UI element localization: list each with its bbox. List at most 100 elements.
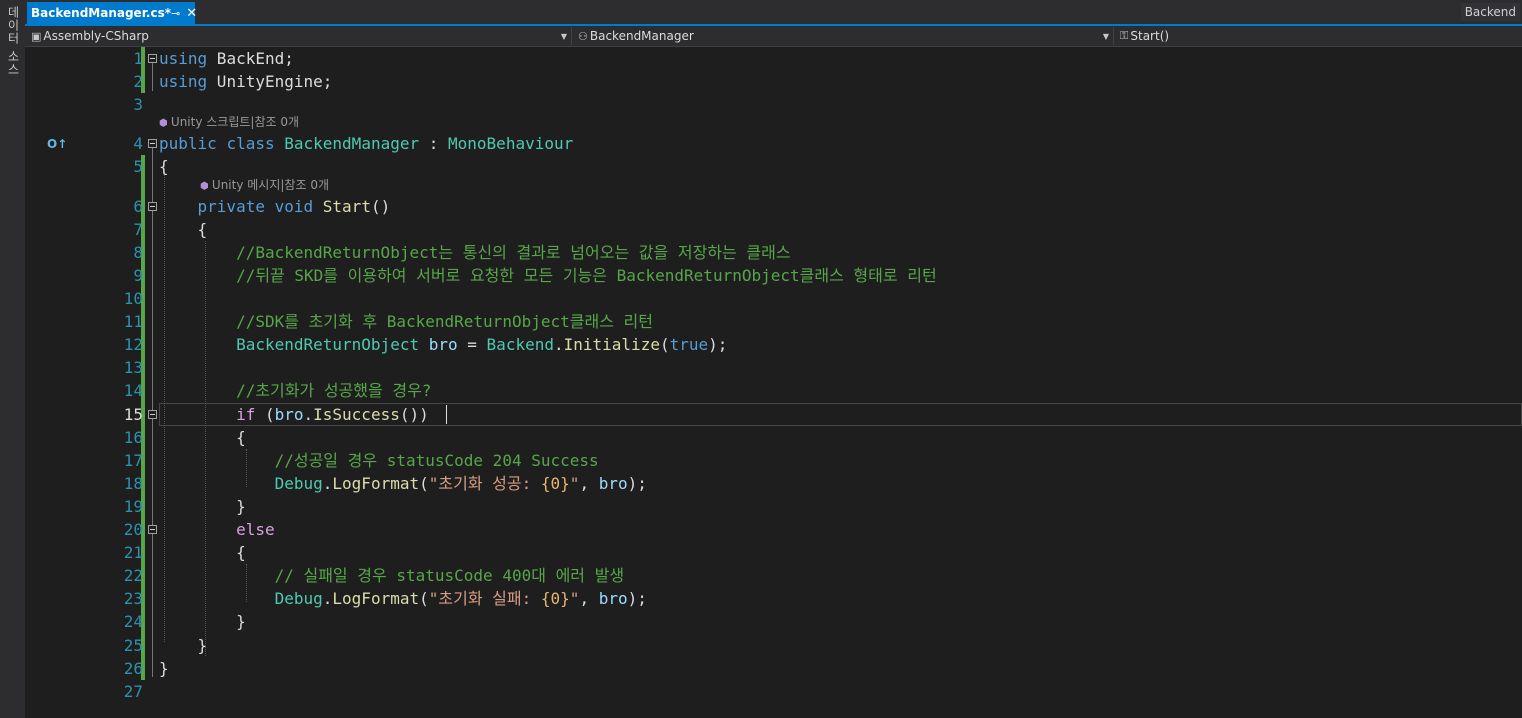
tab-label: BackendManager.cs* bbox=[31, 6, 171, 20]
line-number: 24 bbox=[123, 612, 143, 631]
code-line[interactable]: 11 //SDK를 초기화 후 BackendReturnObject클래스 리… bbox=[25, 310, 1522, 333]
code-line[interactable]: 6 private void Start() bbox=[25, 195, 1522, 218]
code-token: . bbox=[553, 335, 564, 354]
code-line[interactable]: 24 } bbox=[25, 610, 1522, 633]
line-number: 20 bbox=[123, 520, 143, 539]
code-token: Debug bbox=[274, 474, 323, 493]
code-line[interactable]: 13 bbox=[25, 356, 1522, 379]
code-text: //성공일 경우 statusCode 204 Success bbox=[159, 449, 599, 472]
code-line[interactable]: 19 } bbox=[25, 495, 1522, 518]
code-token: . bbox=[303, 405, 314, 424]
line-number: 17 bbox=[123, 451, 143, 470]
chevron-down-icon: ▼ bbox=[1102, 31, 1109, 41]
code-text: //뒤끝 SKD를 이용하여 서버로 요청한 모든 기능은 BackendRet… bbox=[159, 264, 937, 287]
code-token: "초기화 실패: bbox=[428, 589, 541, 608]
member-dropdown[interactable]: ⚿ Start() bbox=[1116, 27, 1520, 45]
line-number: 4 bbox=[133, 134, 143, 153]
code-line[interactable]: 10 bbox=[25, 287, 1522, 310]
tab-backendmanager[interactable]: BackendManager.cs* ⊸ ✕ bbox=[27, 2, 197, 24]
class-dropdown[interactable]: ⚇ BackendManager ▼ bbox=[574, 27, 1114, 45]
code-token: BackEnd; bbox=[207, 49, 294, 68]
code-line[interactable]: 17 //성공일 경우 statusCode 204 Success bbox=[25, 449, 1522, 472]
code-line[interactable]: 9 //뒤끝 SKD를 이용하여 서버로 요청한 모든 기능은 BackendR… bbox=[25, 264, 1522, 287]
code-token: class bbox=[226, 134, 275, 153]
line-number: 15 bbox=[123, 405, 143, 424]
code-token: {0} bbox=[540, 474, 570, 493]
code-line[interactable]: 15 if (bro.IsSuccess()) bbox=[25, 403, 1522, 426]
pin-icon[interactable]: ⊸ bbox=[171, 7, 180, 20]
code-token: BackendReturnObject bbox=[236, 335, 420, 354]
line-number: 22 bbox=[123, 566, 143, 585]
code-token: else bbox=[236, 520, 275, 539]
line-number: 23 bbox=[123, 589, 143, 608]
code-text: { bbox=[159, 541, 246, 564]
code-line[interactable]: 7 { bbox=[25, 218, 1522, 241]
code-token: { bbox=[159, 220, 208, 239]
code-line[interactable]: 27 bbox=[25, 680, 1522, 703]
code-token: {0} bbox=[540, 589, 570, 608]
code-token: ); bbox=[627, 589, 647, 608]
code-editor[interactable]: O↑ ⬢ Unity 스크립트|참조 0개 ⬢ Unity 메시지|참조 0개 1 u… bbox=[25, 47, 1522, 718]
code-line[interactable]: 20 else bbox=[25, 518, 1522, 541]
code-text: //초기화가 성공했을 경우? bbox=[159, 379, 431, 402]
code-line[interactable]: 25 } bbox=[25, 634, 1522, 657]
code-line[interactable]: 14 //초기화가 성공했을 경우? bbox=[25, 379, 1522, 402]
line-number: 3 bbox=[133, 95, 143, 114]
code-token: IsSuccess bbox=[313, 405, 400, 424]
code-text: using BackEnd; bbox=[159, 47, 294, 70]
data-sources-tab[interactable]: 데이터 소스 bbox=[5, 6, 22, 76]
codelens-hint[interactable]: ⬢ Unity 메시지|참조 0개 bbox=[200, 176, 329, 194]
code-line[interactable]: 12 BackendReturnObject bro = Backend.Ini… bbox=[25, 333, 1522, 356]
document-tab-bar: BackendManager.cs* ⊸ ✕ Backend bbox=[25, 0, 1522, 26]
code-line[interactable]: 26} bbox=[25, 657, 1522, 680]
code-text: } bbox=[159, 634, 208, 657]
code-token: , bbox=[579, 474, 599, 493]
code-line[interactable]: 23 Debug.LogFormat("초기화 실패: {0}", bro); bbox=[25, 587, 1522, 610]
code-line[interactable]: 18 Debug.LogFormat("초기화 성공: {0}", bro); bbox=[25, 472, 1522, 495]
code-line[interactable]: 5{ bbox=[25, 155, 1522, 178]
unity-cube-icon: ⬢ bbox=[159, 118, 171, 129]
line-number: 11 bbox=[123, 312, 143, 331]
code-token: bro bbox=[598, 474, 628, 493]
code-token: bro bbox=[428, 335, 458, 354]
close-icon[interactable]: ✕ bbox=[186, 6, 197, 21]
code-token: //SDK를 초기화 후 BackendReturnObject클래스 리턴 bbox=[236, 312, 653, 331]
code-line[interactable]: 21 { bbox=[25, 541, 1522, 564]
code-text: Debug.LogFormat("초기화 실패: {0}", bro); bbox=[159, 587, 647, 610]
line-number: 27 bbox=[123, 682, 143, 701]
tab-backend-overflow[interactable]: Backend bbox=[1460, 3, 1520, 21]
unity-cube-icon: ⬢ bbox=[200, 181, 212, 192]
project-dropdown[interactable]: ▣ Assembly-CSharp ▼ bbox=[27, 27, 572, 45]
code-token: // 실패일 경우 statusCode 400대 에러 발생 bbox=[274, 566, 625, 585]
code-line[interactable]: 8 //BackendReturnObject는 통신의 결과로 넘어오는 값을… bbox=[25, 241, 1522, 264]
code-token: ( bbox=[659, 335, 670, 354]
code-line[interactable]: 1 using BackEnd; bbox=[25, 47, 1522, 70]
code-line[interactable]: 3 bbox=[25, 93, 1522, 116]
code-text: if (bro.IsSuccess()) bbox=[159, 403, 429, 426]
codelens-text: Unity 스크립트|참조 0개 bbox=[170, 115, 300, 129]
code-line[interactable]: 4 public class BackendManager : MonoBehav… bbox=[25, 132, 1522, 155]
code-text: //BackendReturnObject는 통신의 결과로 넘어오는 값을 저… bbox=[159, 241, 791, 264]
line-number: 18 bbox=[123, 474, 143, 493]
code-text: } bbox=[159, 495, 246, 518]
code-token: } bbox=[159, 636, 208, 655]
code-token: , bbox=[579, 589, 599, 608]
method-icon: ⚿ bbox=[1120, 29, 1129, 42]
code-token: ( bbox=[419, 474, 429, 493]
chevron-down-icon: ▼ bbox=[560, 31, 567, 41]
code-token: ); bbox=[708, 335, 728, 354]
code-token: } bbox=[159, 659, 169, 678]
code-line[interactable]: 22 // 실패일 경우 statusCode 400대 에러 발생 bbox=[25, 564, 1522, 587]
code-line[interactable]: 16 { bbox=[25, 426, 1522, 449]
code-token: using bbox=[159, 49, 208, 68]
code-line[interactable]: 2 using UnityEngine; bbox=[25, 70, 1522, 93]
